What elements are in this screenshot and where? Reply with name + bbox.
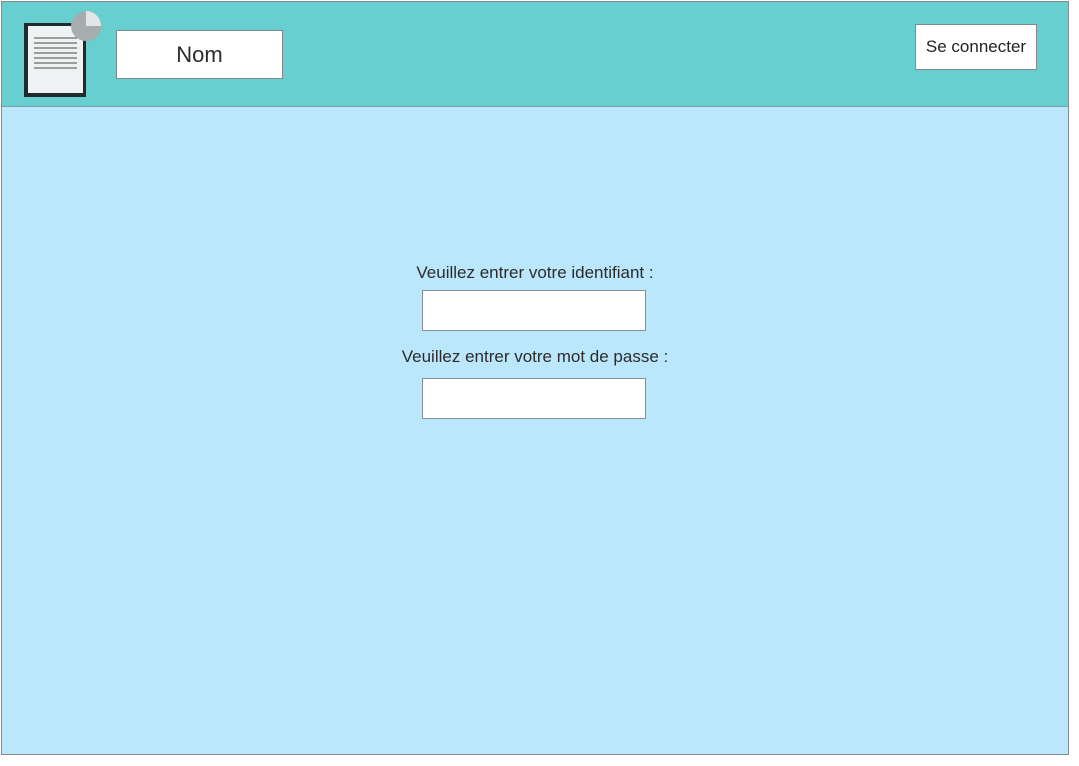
password-input[interactable]: [422, 378, 646, 419]
header-bar: Nom Se connecter: [2, 2, 1068, 107]
login-button[interactable]: Se connecter: [915, 24, 1037, 70]
identifier-label: Veuillez entrer votre identifiant :: [416, 263, 654, 282]
identifier-input[interactable]: [422, 290, 646, 331]
password-label: Veuillez entrer votre mot de passe :: [401, 347, 669, 366]
app-window: Nom Se connecter Veuillez entrer votre i…: [1, 1, 1069, 755]
name-field: Nom: [116, 30, 283, 79]
document-chart-icon: [24, 11, 101, 97]
